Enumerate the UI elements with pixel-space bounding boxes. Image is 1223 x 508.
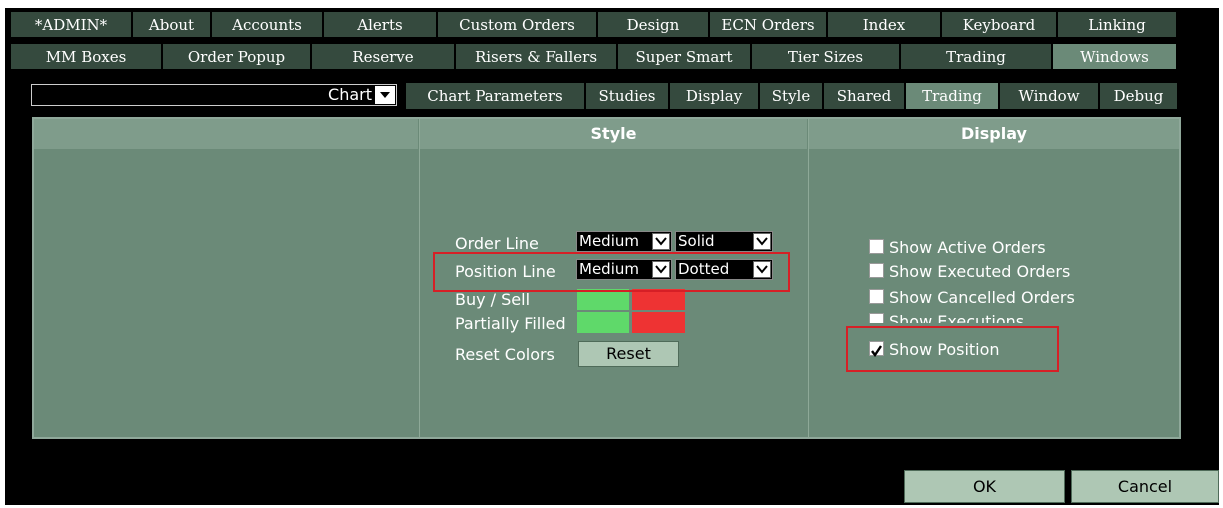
- show-cancelled-orders-checkbox[interactable]: [869, 289, 884, 304]
- subtab-style[interactable]: Style: [760, 83, 824, 109]
- tab-index[interactable]: Index: [828, 12, 942, 38]
- order-line-width-value: Medium: [579, 232, 639, 250]
- partial-buy-color-swatch[interactable]: [577, 312, 629, 333]
- subtab-shared[interactable]: Shared: [824, 83, 906, 109]
- position-line-style-value: Dotted: [678, 260, 730, 278]
- tab-about[interactable]: About: [133, 12, 212, 38]
- display-header: Display: [809, 119, 1179, 149]
- show-executed-orders-checkbox[interactable]: [869, 263, 884, 278]
- subtab-studies[interactable]: Studies: [586, 83, 670, 109]
- tab-ecn-orders[interactable]: ECN Orders: [710, 12, 828, 38]
- show-active-orders-checkbox[interactable]: [869, 239, 884, 254]
- show-executions-row: Show Executions: [865, 310, 1045, 323]
- subtab-chart-parameters[interactable]: Chart Parameters: [406, 83, 586, 109]
- tab-alerts[interactable]: Alerts: [324, 12, 438, 38]
- window-select[interactable]: Chart: [31, 84, 397, 106]
- tab-risers-fallers[interactable]: Risers & Fallers: [456, 44, 618, 70]
- subtab-trading[interactable]: Trading: [906, 83, 1000, 109]
- chevron-down-icon[interactable]: [375, 86, 395, 104]
- show-position-checkbox[interactable]: [869, 341, 884, 358]
- sell-color-swatch[interactable]: [632, 289, 685, 310]
- column-divider: [419, 119, 420, 437]
- tab-windows[interactable]: Windows: [1053, 44, 1178, 70]
- tab-trading[interactable]: Trading: [901, 44, 1053, 70]
- show-active-orders-label: Show Active Orders: [889, 238, 1046, 257]
- order-line-style-value: Solid: [678, 232, 715, 250]
- position-line-style-select[interactable]: Dotted: [675, 259, 773, 280]
- position-line-label: Position Line: [455, 262, 556, 281]
- partially-filled-label: Partially Filled: [455, 314, 566, 333]
- tab-admin[interactable]: *ADMIN*: [11, 12, 133, 38]
- ok-button[interactable]: OK: [904, 470, 1065, 503]
- show-executed-orders-label: Show Executed Orders: [889, 262, 1071, 281]
- tab-accounts[interactable]: Accounts: [212, 12, 324, 38]
- tab-order-popup[interactable]: Order Popup: [163, 44, 312, 70]
- top-tab-row-2: MM Boxes Order Popup Reserve Risers & Fa…: [11, 44, 1178, 70]
- order-line-style-select[interactable]: Solid: [675, 231, 773, 252]
- show-executions-label: Show Executions: [889, 312, 1025, 323]
- tab-mm-boxes[interactable]: MM Boxes: [11, 44, 163, 70]
- buy-color-swatch[interactable]: [577, 289, 629, 310]
- chevron-down-icon[interactable]: [652, 233, 670, 250]
- column-divider: [808, 119, 809, 437]
- show-executions-checkbox[interactable]: [869, 313, 884, 323]
- show-cancelled-orders-label: Show Cancelled Orders: [889, 288, 1075, 307]
- reset-button[interactable]: Reset: [578, 341, 679, 367]
- chevron-down-icon[interactable]: [753, 261, 771, 278]
- position-line-width-value: Medium: [579, 260, 639, 278]
- partial-sell-color-swatch[interactable]: [632, 312, 685, 333]
- subtab-debug[interactable]: Debug: [1100, 83, 1179, 109]
- tab-linking[interactable]: Linking: [1058, 12, 1178, 38]
- top-tab-row-1: *ADMIN* About Accounts Alerts Custom Ord…: [11, 12, 1178, 38]
- tab-super-smart[interactable]: Super Smart: [618, 44, 752, 70]
- show-position-label: Show Position: [889, 340, 1000, 359]
- tab-reserve[interactable]: Reserve: [312, 44, 456, 70]
- buy-sell-label: Buy / Sell: [455, 290, 531, 309]
- chevron-down-icon[interactable]: [753, 233, 771, 250]
- tab-keyboard[interactable]: Keyboard: [942, 12, 1058, 38]
- subtab-window[interactable]: Window: [1000, 83, 1100, 109]
- tab-custom-orders[interactable]: Custom Orders: [438, 12, 598, 38]
- checkmark-icon: [871, 345, 882, 358]
- order-line-width-select[interactable]: Medium: [576, 231, 672, 252]
- empty-column-header: [34, 119, 418, 149]
- style-header: Style: [420, 119, 807, 149]
- order-line-label: Order Line: [455, 234, 539, 253]
- cancel-button[interactable]: Cancel: [1071, 470, 1219, 503]
- window-select-value: Chart: [328, 85, 372, 104]
- tab-tier-sizes[interactable]: Tier Sizes: [752, 44, 901, 70]
- reset-colors-label: Reset Colors: [455, 345, 555, 364]
- tab-design[interactable]: Design: [598, 12, 710, 38]
- subtab-display[interactable]: Display: [670, 83, 760, 109]
- chevron-down-icon[interactable]: [652, 261, 670, 278]
- position-line-width-select[interactable]: Medium: [576, 259, 672, 280]
